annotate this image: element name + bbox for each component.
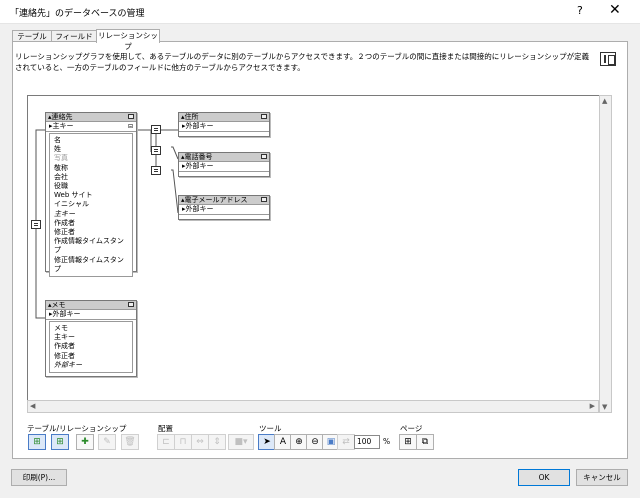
delete-button[interactable]: 🗑 [121,434,139,450]
key-field: ▸主キー ⊟ [46,122,136,132]
key-field-label: 外部キー [52,310,81,318]
title-bar: 「連絡先」のデータベースの管理 ? ✕ [0,0,640,24]
zoom-unit: % [383,437,391,446]
key-field: ▸外部キー [46,310,136,320]
field-list[interactable]: メモ 主キー 作成者 修正者 外部キー [49,321,133,374]
table-header: ▴メモ [46,301,136,310]
table-header: ▴電話番号 [179,153,269,162]
key-field: ▸外部キー [179,162,269,172]
field-item: 写真 [54,154,68,163]
table-header: ▴住所 [179,113,269,122]
page-breaks-icon[interactable]: ⧉ [416,434,434,450]
add-relationship-button[interactable]: ⊞ [51,434,69,450]
field-list[interactable]: 名 姓 写真 敬称 会社 役職 Web サイト イニシャル 主キー 作成者 修正… [49,133,133,278]
key-field: ▸外部キー [179,205,269,215]
scroll-left-icon[interactable]: ◀ [30,402,35,410]
distribute-v-button[interactable]: ⇕ [208,434,226,450]
horizontal-scrollbar[interactable]: ◀ ▶ [27,400,599,413]
field-item: 修正情報タイムスタンプ [54,255,124,273]
tab-relationships[interactable]: リレーションシップ [96,29,160,51]
field-item: 主キー [54,209,75,218]
field-item: 名 [54,136,61,144]
key-field-label: 外部キー [185,162,214,170]
window-title: 「連絡先」のデータベースの管理 [10,9,145,19]
vertical-scrollbar[interactable]: ▲ ▼ [599,95,612,413]
field-item: 外部キー [54,360,82,369]
duplicate-button[interactable]: ✚ [76,434,94,450]
field-item: 作成者 [54,218,75,227]
table-name: メモ [51,301,66,309]
field-item: 修正者 [54,351,75,360]
color-picker-button[interactable]: ■▾ [228,434,254,450]
add-table-button[interactable]: ⊞ [28,434,46,450]
page-setup-icon[interactable]: ⊞ [399,434,417,450]
edit-button[interactable]: ✎ [98,434,116,450]
scroll-right-icon[interactable]: ▶ [590,402,595,410]
table-contacts[interactable]: ▴連絡先 ▸主キー ⊟ 名 姓 写真 敬称 会社 役職 Web サイト イニシャル… [45,112,137,278]
table-email[interactable]: ▴電子メールアドレス ▸外部キー [178,195,270,220]
field-item: 作成者 [54,342,75,351]
align-top-button[interactable]: ⊓ [174,434,192,450]
relationship-graph[interactable]: ▴連絡先 ▸主キー ⊟ 名 姓 写真 敬称 会社 役職 Web サイト イニシャル… [27,95,612,413]
info-panel-icon[interactable] [600,52,616,66]
field-item: 作成情報タイムスタンプ [54,237,124,255]
key-field-label: 外部キー [185,122,214,130]
field-item: 敬称 [54,163,68,172]
collapse-icon[interactable] [128,114,134,119]
field-item: 役職 [54,182,68,191]
field-item: イニシャル [54,200,89,209]
collapse-icon[interactable] [261,154,267,159]
field-item: 会社 [54,172,68,181]
table-name: 住所 [184,113,199,121]
collapse-icon[interactable] [128,302,134,307]
table-memo[interactable]: ▴メモ ▸外部キー メモ 主キー 作成者 修正者 外部キー [45,300,137,377]
field-item: Web サイト [54,191,93,200]
group-label-tools: ツール [259,424,282,433]
key-field: ▸外部キー [179,122,269,132]
cancel-button[interactable]: キャンセル [576,469,628,486]
field-item: メモ [54,324,68,332]
table-address[interactable]: ▴住所 ▸外部キー [178,112,270,137]
zoom-level-input[interactable]: 100 [354,435,380,449]
relationship-marker[interactable] [151,146,161,155]
align-left-button[interactable]: ⊏ [157,434,175,450]
table-header: ▴連絡先 [46,113,136,122]
scroll-up-icon[interactable]: ▲ [602,97,607,105]
table-phone[interactable]: ▴電話番号 ▸外部キー [178,152,270,177]
collapse-icon[interactable] [261,197,267,202]
group-label-page: ページ [400,424,423,433]
table-name: 電子メールアドレス [184,196,248,204]
relationship-marker[interactable] [151,125,161,134]
close-button[interactable]: ✕ [609,2,621,18]
relationship-marker[interactable] [151,166,161,175]
field-item: 修正者 [54,228,75,237]
table-name: 連絡先 [51,113,73,121]
print-button[interactable]: 印刷(P)... [11,469,67,486]
key-marker-icon: ⊟ [127,123,133,130]
table-header: ▴電子メールアドレス [179,196,269,205]
help-button[interactable]: ? [577,4,583,17]
distribute-h-button[interactable]: ⇔ [191,434,209,450]
key-field-label: 主キー [52,122,74,130]
scroll-down-icon[interactable]: ▼ [602,403,607,411]
collapse-icon[interactable] [261,114,267,119]
group-label-arrange: 配置 [158,424,173,433]
reset-zoom-icon[interactable]: ⇄ [337,434,355,450]
relationship-marker[interactable] [31,220,41,229]
table-name: 電話番号 [184,153,213,161]
group-label-table: テーブル/リレーションシップ [27,424,127,433]
ok-button[interactable]: OK [518,469,570,486]
relationship-description: リレーションシップグラフを使用して、あるテーブルのデータに別のテーブルからアクセ… [15,52,590,72]
key-field-label: 外部キー [185,205,214,213]
